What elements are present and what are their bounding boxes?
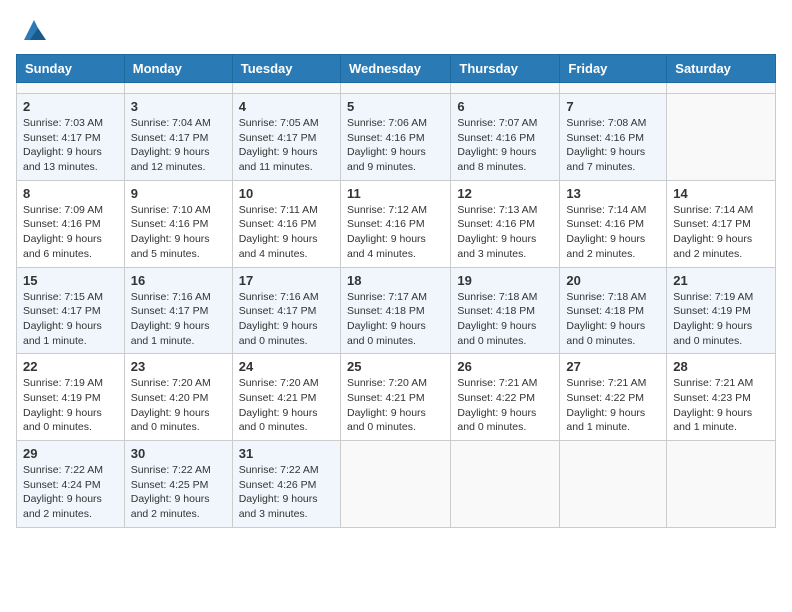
calendar-header-thursday: Thursday — [451, 55, 560, 83]
calendar-week-row — [17, 83, 776, 94]
calendar-cell: 27Sunrise: 7:21 AMSunset: 4:22 PMDayligh… — [560, 354, 667, 441]
calendar-cell: 19Sunrise: 7:18 AMSunset: 4:18 PMDayligh… — [451, 267, 560, 354]
calendar-cell: 6Sunrise: 7:07 AMSunset: 4:16 PMDaylight… — [451, 94, 560, 181]
calendar-cell — [560, 441, 667, 528]
calendar-cell: 26Sunrise: 7:21 AMSunset: 4:22 PMDayligh… — [451, 354, 560, 441]
calendar-cell: 22Sunrise: 7:19 AMSunset: 4:19 PMDayligh… — [17, 354, 125, 441]
calendar-cell: 2Sunrise: 7:03 AMSunset: 4:17 PMDaylight… — [17, 94, 125, 181]
calendar-header-friday: Friday — [560, 55, 667, 83]
calendar-header-sunday: Sunday — [17, 55, 125, 83]
calendar-cell — [232, 83, 340, 94]
calendar-header-row: SundayMondayTuesdayWednesdayThursdayFrid… — [17, 55, 776, 83]
calendar-week-row: 2Sunrise: 7:03 AMSunset: 4:17 PMDaylight… — [17, 94, 776, 181]
calendar-cell: 13Sunrise: 7:14 AMSunset: 4:16 PMDayligh… — [560, 180, 667, 267]
calendar-cell: 10Sunrise: 7:11 AMSunset: 4:16 PMDayligh… — [232, 180, 340, 267]
calendar-cell: 24Sunrise: 7:20 AMSunset: 4:21 PMDayligh… — [232, 354, 340, 441]
calendar-cell: 7Sunrise: 7:08 AMSunset: 4:16 PMDaylight… — [560, 94, 667, 181]
calendar-cell: 31Sunrise: 7:22 AMSunset: 4:26 PMDayligh… — [232, 441, 340, 528]
calendar-header-saturday: Saturday — [667, 55, 776, 83]
calendar-cell: 5Sunrise: 7:06 AMSunset: 4:16 PMDaylight… — [340, 94, 450, 181]
calendar-week-row: 8Sunrise: 7:09 AMSunset: 4:16 PMDaylight… — [17, 180, 776, 267]
calendar-cell: 16Sunrise: 7:16 AMSunset: 4:17 PMDayligh… — [124, 267, 232, 354]
calendar-cell: 14Sunrise: 7:14 AMSunset: 4:17 PMDayligh… — [667, 180, 776, 267]
calendar-cell: 25Sunrise: 7:20 AMSunset: 4:21 PMDayligh… — [340, 354, 450, 441]
calendar-week-row: 15Sunrise: 7:15 AMSunset: 4:17 PMDayligh… — [17, 267, 776, 354]
logo — [16, 16, 48, 44]
calendar-cell: 8Sunrise: 7:09 AMSunset: 4:16 PMDaylight… — [17, 180, 125, 267]
calendar-cell: 20Sunrise: 7:18 AMSunset: 4:18 PMDayligh… — [560, 267, 667, 354]
calendar-cell: 9Sunrise: 7:10 AMSunset: 4:16 PMDaylight… — [124, 180, 232, 267]
calendar-cell: 21Sunrise: 7:19 AMSunset: 4:19 PMDayligh… — [667, 267, 776, 354]
calendar-cell: 30Sunrise: 7:22 AMSunset: 4:25 PMDayligh… — [124, 441, 232, 528]
calendar-week-row: 22Sunrise: 7:19 AMSunset: 4:19 PMDayligh… — [17, 354, 776, 441]
calendar-cell: 4Sunrise: 7:05 AMSunset: 4:17 PMDaylight… — [232, 94, 340, 181]
calendar-table: SundayMondayTuesdayWednesdayThursdayFrid… — [16, 54, 776, 528]
calendar-cell: 28Sunrise: 7:21 AMSunset: 4:23 PMDayligh… — [667, 354, 776, 441]
calendar-cell — [340, 83, 450, 94]
calendar-header-wednesday: Wednesday — [340, 55, 450, 83]
calendar-cell: 29Sunrise: 7:22 AMSunset: 4:24 PMDayligh… — [17, 441, 125, 528]
calendar-cell: 11Sunrise: 7:12 AMSunset: 4:16 PMDayligh… — [340, 180, 450, 267]
calendar-cell — [667, 94, 776, 181]
calendar-cell — [667, 83, 776, 94]
calendar-cell — [667, 441, 776, 528]
calendar-cell: 15Sunrise: 7:15 AMSunset: 4:17 PMDayligh… — [17, 267, 125, 354]
page-header — [16, 16, 776, 44]
calendar-cell: 3Sunrise: 7:04 AMSunset: 4:17 PMDaylight… — [124, 94, 232, 181]
calendar-cell — [451, 441, 560, 528]
calendar-header-monday: Monday — [124, 55, 232, 83]
calendar-cell — [17, 83, 125, 94]
calendar-cell: 17Sunrise: 7:16 AMSunset: 4:17 PMDayligh… — [232, 267, 340, 354]
calendar-cell — [560, 83, 667, 94]
calendar-cell — [340, 441, 450, 528]
calendar-cell: 18Sunrise: 7:17 AMSunset: 4:18 PMDayligh… — [340, 267, 450, 354]
calendar-cell: 23Sunrise: 7:20 AMSunset: 4:20 PMDayligh… — [124, 354, 232, 441]
logo-icon — [20, 16, 48, 44]
calendar-cell: 12Sunrise: 7:13 AMSunset: 4:16 PMDayligh… — [451, 180, 560, 267]
calendar-cell — [451, 83, 560, 94]
calendar-week-row: 29Sunrise: 7:22 AMSunset: 4:24 PMDayligh… — [17, 441, 776, 528]
calendar-header-tuesday: Tuesday — [232, 55, 340, 83]
calendar-cell — [124, 83, 232, 94]
